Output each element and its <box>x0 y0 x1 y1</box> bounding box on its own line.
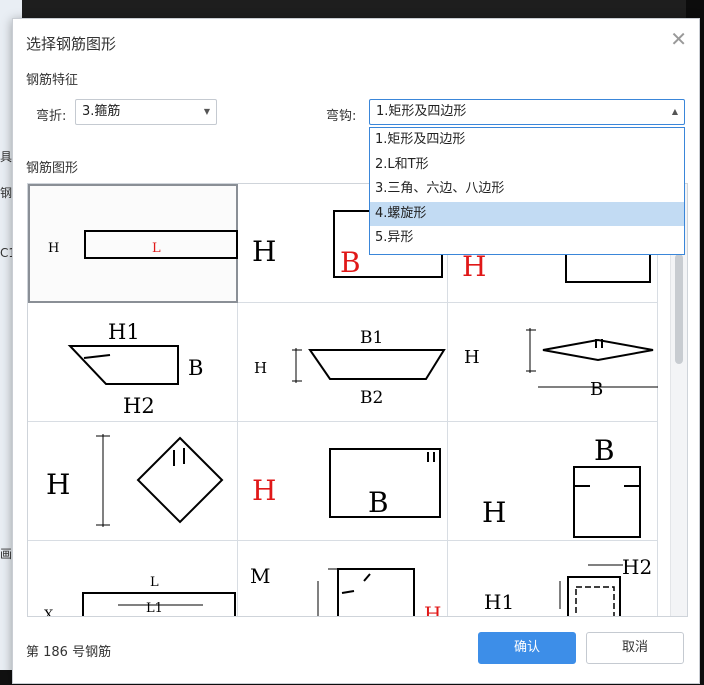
hook-select[interactable]: 1.矩形及四边形 ▲ <box>369 99 685 125</box>
bend-select-value: 3.箍筋 <box>82 104 121 119</box>
shape-cell-8[interactable]: H B <box>238 422 448 541</box>
dialog-title: 选择钢筋图形 <box>26 35 117 53</box>
shape-drawing: H B <box>464 328 658 400</box>
hook-select-value: 1.矩形及四边形 <box>376 104 467 119</box>
hook-option-3[interactable]: 3.三角、六边、八边形 <box>370 177 684 202</box>
shape-label: B <box>188 356 203 380</box>
shape-cell-12[interactable]: H1 H2 <box>448 541 658 616</box>
hook-option-2[interactable]: 2.L和T形 <box>370 153 684 178</box>
rebar-number-label: 第 186 号钢筋 <box>26 645 112 660</box>
shape-cell-11[interactable]: M H <box>238 541 448 617</box>
shape-drawing: H <box>46 434 224 527</box>
shape-label: B <box>590 379 603 400</box>
hook-label: 弯钩: <box>326 109 357 124</box>
shape-label: B <box>368 486 389 519</box>
bend-select[interactable]: 3.箍筋 ▼ <box>75 99 217 125</box>
shape-cell-4[interactable]: H1 B H2 <box>28 303 238 422</box>
hook-option-5[interactable]: 5.异形 <box>370 226 684 251</box>
hook-option-4[interactable]: 4.螺旋形 <box>370 201 684 227</box>
shape-cell-7[interactable]: H <box>28 422 238 541</box>
shape-label: M <box>250 564 270 588</box>
shape-label: L <box>152 241 161 256</box>
shape-drawing: H B <box>252 448 441 519</box>
shape-cell-10[interactable]: L L1 X <box>28 541 238 617</box>
cancel-button[interactable]: 取消 <box>586 632 684 664</box>
shape-label: B <box>340 246 361 279</box>
section-feature-label: 钢筋特征 <box>26 73 79 88</box>
shape-drawing: H B1 B2 <box>254 328 446 408</box>
shape-label: H <box>48 241 59 256</box>
shape-label: B1 <box>360 328 383 348</box>
close-icon[interactable]: ✕ <box>670 29 687 49</box>
shape-label: H <box>424 602 441 617</box>
shape-label: H1 <box>484 590 514 614</box>
chevron-up-icon: ▲ <box>671 107 678 116</box>
bg-fragment: 钢 <box>0 186 13 200</box>
shape-label: H2 <box>123 394 155 418</box>
shape-drawing: B H <box>482 434 641 538</box>
shape-label: H <box>254 359 267 377</box>
shape-label: H <box>464 347 480 368</box>
shape-drawing: L L1 X <box>44 575 236 617</box>
shape-label: H <box>482 496 506 529</box>
bg-fragment: 具 <box>0 150 13 164</box>
shape-label: H1 <box>108 320 140 344</box>
select-rebar-shape-dialog: 选择钢筋图形 ✕ 钢筋特征 弯折: 3.箍筋 ▼ 弯钩: 1.矩形及四边形 ▲ … <box>12 18 700 684</box>
shape-label: H <box>252 235 276 268</box>
grid-scrollbar-thumb[interactable] <box>675 254 683 364</box>
shape-drawing: H1 H2 <box>484 555 652 616</box>
shape-label: H <box>46 468 70 501</box>
shape-label: B2 <box>360 388 383 408</box>
shape-cell-5[interactable]: H B1 B2 <box>238 303 448 422</box>
shape-label: L <box>150 575 159 590</box>
shape-drawing: H L <box>48 230 238 259</box>
shape-label: B <box>594 434 615 467</box>
shape-drawing: H1 B H2 <box>67 320 203 418</box>
shape-cell-6[interactable]: H B <box>448 303 658 422</box>
section-shape-label: 钢筋图形 <box>26 161 79 176</box>
shape-label: H <box>252 474 276 507</box>
hook-dropdown-list: 1.矩形及四边形 2.L和T形 3.三角、六边、八边形 4.螺旋形 5.异形 <box>369 127 685 255</box>
confirm-button[interactable]: 确认 <box>478 632 576 664</box>
shape-cell-9[interactable]: B H <box>448 422 658 541</box>
shape-label: X <box>44 608 54 617</box>
bg-fragment: 画 <box>0 547 13 561</box>
shape-label: H2 <box>622 555 652 579</box>
hook-option-1[interactable]: 1.矩形及四边形 <box>370 128 684 153</box>
shape-drawing: M H <box>250 564 441 617</box>
chevron-down-icon: ▼ <box>203 107 210 116</box>
shape-label: L1 <box>146 601 163 616</box>
bend-label: 弯折: <box>36 109 67 124</box>
shape-cell-1[interactable]: H L <box>28 184 238 303</box>
